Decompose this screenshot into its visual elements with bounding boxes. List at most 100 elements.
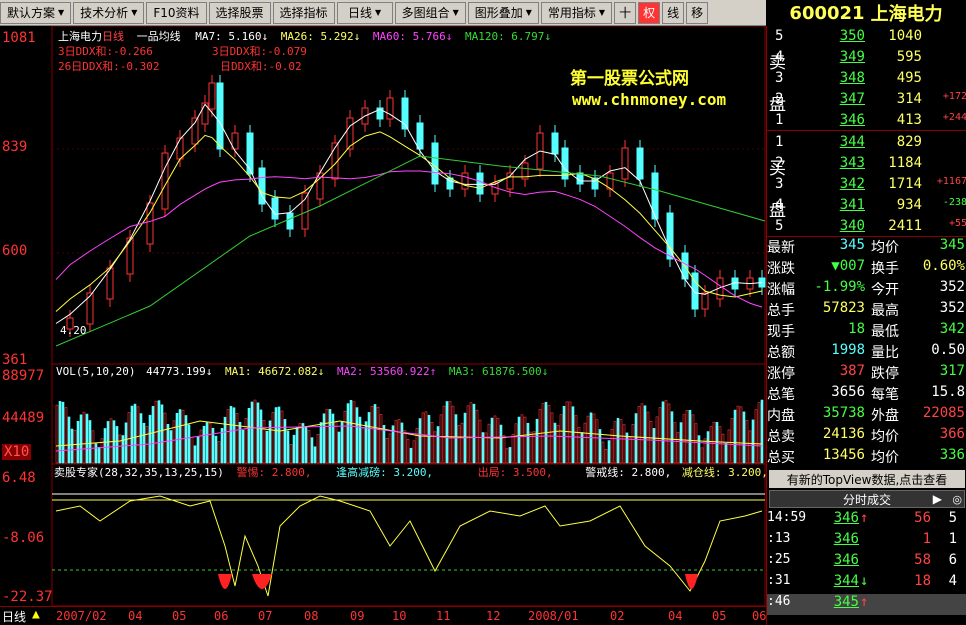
volume-bar <box>328 409 332 464</box>
menu-icon[interactable]: ◎ <box>952 493 962 506</box>
rights-toggle[interactable]: 权 <box>638 1 661 24</box>
volume-bar <box>676 432 680 464</box>
volume-bar <box>202 425 206 464</box>
sell-price[interactable]: 349 <box>805 49 865 65</box>
tick-row[interactable]: 14:59 346 ↑ 56 5 <box>767 510 966 531</box>
volume-bar <box>508 447 512 464</box>
tick-price: 344 <box>833 573 859 589</box>
tick-price: 346 <box>833 531 859 547</box>
line-toggle[interactable]: 线 <box>662 1 685 24</box>
sell-price[interactable]: 347 <box>805 91 865 107</box>
volume-bar <box>139 413 143 464</box>
tick-price: 346 <box>833 552 859 568</box>
quote-label: 每笔 <box>871 387 899 403</box>
candle-body <box>461 172 469 190</box>
period-arrow-icon[interactable]: ▲ <box>32 607 40 622</box>
sell-price[interactable]: 346 <box>805 112 865 128</box>
tick-row[interactable]: :25 346 58 6 <box>767 552 966 573</box>
tick-row[interactable]: :31 344 ↓ 18 4 <box>767 573 966 594</box>
buy-price[interactable]: 340 <box>805 218 865 234</box>
chart-area[interactable]: 1081 839 600 361 上海电力日线 一品均线 MA7: 5.160↓… <box>0 26 768 606</box>
ddx26-label: 26日DDX和:-0.302 <box>58 60 160 73</box>
crosshair-icon[interactable]: 十 <box>614 1 637 24</box>
tick-row[interactable]: :46 345 ↑ <box>767 594 966 615</box>
period-dropdown[interactable]: 日线 ▼ <box>336 1 393 24</box>
buy-volume: 829 <box>896 134 922 150</box>
volume-bar <box>370 406 374 464</box>
scheme-menu[interactable]: 默认方案 ▼ <box>0 1 72 24</box>
buy-row[interactable]: 4 341 934 -238 <box>767 197 966 218</box>
sell-price[interactable]: 348 <box>805 70 865 86</box>
level: 2 <box>775 155 784 171</box>
buy-price[interactable]: 344 <box>805 134 865 150</box>
candlestick-chart[interactable] <box>0 26 766 606</box>
level: 3 <box>775 176 784 192</box>
move-toggle[interactable]: 移 <box>686 1 709 24</box>
sell-row[interactable]: 4 349 595 <box>767 49 966 70</box>
ddx3-label: 3日DDX和:-0.266 <box>58 45 153 58</box>
volume-bar <box>526 422 530 464</box>
volume-bar <box>559 414 563 464</box>
sell-row[interactable]: 5 350 1040 <box>767 28 966 49</box>
tick-volume: 56 <box>914 510 931 526</box>
volume-bar <box>619 419 623 464</box>
volume-bar <box>469 402 473 464</box>
quote-value: 24136 <box>822 426 865 442</box>
quote-value: 336 <box>939 447 965 463</box>
sell-row[interactable]: 3 348 495 <box>767 70 966 91</box>
volume-bar <box>412 440 416 464</box>
quote-label: 今开 <box>871 282 899 298</box>
volume-label: VOL(5,10,20) <box>56 365 136 378</box>
volume-bar <box>616 418 620 464</box>
buy-row[interactable]: 3 342 1714 +1167 <box>767 176 966 197</box>
price-axis-361: 361 <box>2 352 28 368</box>
select-indicator-button[interactable]: 选择指标 <box>272 1 335 24</box>
quote-value: 0.60% <box>922 258 965 274</box>
sell-volume: 595 <box>896 49 922 65</box>
volume-bar <box>301 423 305 464</box>
volume-bar <box>472 403 476 464</box>
month-label: 04 <box>128 609 143 623</box>
volume-bar <box>460 422 464 464</box>
volume-bar <box>193 445 197 464</box>
f10-button[interactable]: F10资料 <box>146 1 207 24</box>
common-indicator-menu[interactable]: 常用指标 ▼ <box>540 1 613 24</box>
quote-value: 366 <box>939 426 965 442</box>
quote-label: 总手 <box>767 303 795 319</box>
volume-bar <box>319 422 323 464</box>
overlay-menu[interactable]: 图形叠加 ▼ <box>467 1 539 24</box>
quote-value: 22085 <box>922 405 965 421</box>
volume-bar <box>55 404 59 464</box>
buy-change: +55 <box>948 218 966 229</box>
buy-row[interactable]: 2 343 1184 <box>767 155 966 176</box>
volume-bar <box>214 435 218 464</box>
volume-ma2: MA2: 53560.922↑ <box>336 365 437 378</box>
quote-value: 387 <box>839 363 865 379</box>
buy-price[interactable]: 341 <box>805 197 865 213</box>
volume-bar <box>220 428 224 464</box>
volume-bar <box>97 446 101 464</box>
period-label: 日线 <box>2 610 27 624</box>
volume-bar <box>439 414 443 464</box>
quote-row: 涨跌 ▼007 换手 0.60% <box>767 258 966 279</box>
tick-row[interactable]: :13 346 1 1 <box>767 531 966 552</box>
multi-chart-menu[interactable]: 多图组合 ▼ <box>394 1 466 24</box>
topview-button[interactable]: 有新的TopView数据,点击查看 <box>769 470 965 488</box>
play-icon[interactable]: ▶ <box>933 492 942 506</box>
sell-price[interactable]: 350 <box>805 28 865 44</box>
indicator-title-line: 卖股专家(28,32,35,13,25,15) 警惕: 2.800, 逢高减磅:… <box>54 464 768 480</box>
select-stock-button[interactable]: 选择股票 <box>208 1 271 24</box>
sell-row[interactable]: 2 347 314 +172 <box>767 91 966 112</box>
buy-price[interactable]: 343 <box>805 155 865 171</box>
volume-bar <box>727 429 731 464</box>
volume-bar <box>613 421 617 464</box>
quote-label: 涨幅 <box>767 282 795 298</box>
indicator-label: 卖股专家(28,32,35,13,25,15) <box>54 466 224 479</box>
ticks-header[interactable]: 分时成交 ▶ ◎ <box>769 490 965 508</box>
quote-label: 均价 <box>871 450 899 466</box>
tech-analysis-menu[interactable]: 技术分析 ▼ <box>73 1 145 24</box>
buy-row[interactable]: 1 344 829 <box>767 134 966 155</box>
volume-bar <box>67 416 71 464</box>
buy-price[interactable]: 342 <box>805 176 865 192</box>
volume-bar <box>454 414 458 464</box>
